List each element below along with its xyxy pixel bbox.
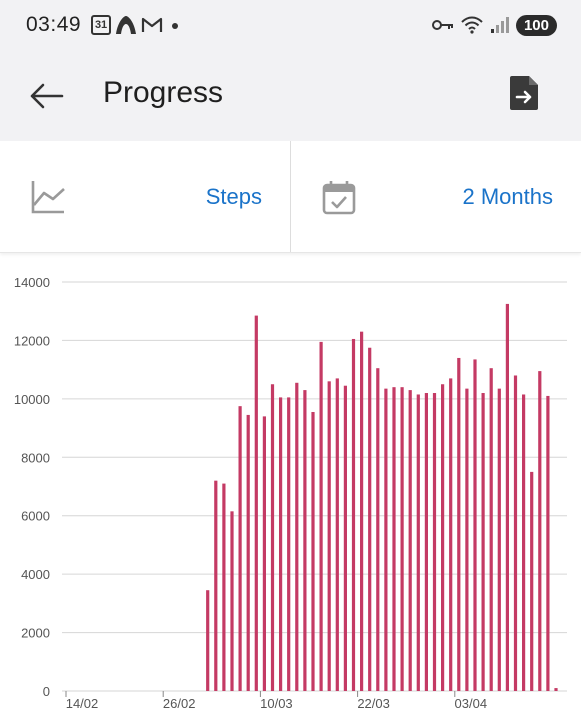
vpn-key-icon — [431, 20, 453, 30]
steps-bar — [319, 341, 323, 691]
steps-bar — [554, 688, 558, 691]
steps-bar — [497, 388, 501, 691]
y-tick-label: 8000 — [21, 450, 50, 465]
export-file-icon — [510, 76, 538, 110]
steps-bar — [295, 382, 299, 691]
page-title: Progress — [103, 76, 224, 109]
status-bar: 03:49 31 100 — [0, 0, 581, 50]
steps-bar — [279, 397, 283, 691]
steps-bar — [408, 390, 412, 691]
steps-bar — [303, 390, 307, 691]
notification-icons: 31 — [91, 15, 183, 35]
steps-bar — [246, 414, 250, 691]
y-tick-label: 14000 — [14, 275, 50, 290]
y-tick-label: 2000 — [21, 626, 50, 641]
steps-bar — [530, 471, 534, 691]
wifi-icon — [461, 16, 483, 34]
steps-bar — [206, 590, 210, 691]
metric-label: Steps — [205, 184, 262, 209]
y-tick-label: 12000 — [14, 333, 50, 348]
steps-chart: 0 2000 4000 6000 8000 10000 12000 14000 14/02 26/… — [0, 265, 581, 720]
y-tick-label: 6000 — [21, 509, 50, 524]
steps-bar — [376, 368, 380, 691]
steps-bar — [457, 357, 461, 691]
steps-bar — [465, 388, 469, 691]
steps-bar — [416, 394, 420, 691]
x-tick-label: 03/04 — [455, 696, 488, 711]
battery-indicator: 100 — [515, 14, 557, 36]
steps-bar-chart: 0 2000 4000 6000 8000 10000 12000 14000 14/02 26/… — [14, 275, 567, 711]
steps-bar — [441, 384, 445, 691]
x-tick-label: 10/03 — [260, 696, 293, 711]
steps-bar — [222, 483, 226, 691]
x-tick-label: 14/02 — [66, 696, 99, 711]
steps-bar — [262, 416, 266, 691]
steps-bar — [392, 387, 396, 691]
system-icons: 100 — [431, 14, 557, 36]
steps-bar — [214, 480, 218, 691]
steps-bar — [254, 315, 258, 691]
status-time: 03:49 — [26, 13, 82, 36]
x-tick-label: 22/03 — [357, 696, 390, 711]
steps-bar — [505, 303, 509, 691]
metric-selector[interactable]: Steps — [0, 141, 290, 252]
app-icon — [116, 16, 137, 34]
y-tick-label: 4000 — [21, 567, 50, 582]
steps-bar — [343, 385, 347, 691]
steps-bar — [400, 387, 404, 691]
steps-bar — [238, 406, 242, 691]
dot-icon — [172, 23, 179, 29]
y-tick-label: 0 — [43, 684, 50, 699]
steps-bar — [335, 378, 339, 691]
y-tick-label: 10000 — [14, 392, 50, 407]
steps-bar — [473, 359, 477, 691]
period-selector[interactable]: 2 Months — [291, 141, 581, 252]
steps-bar — [432, 393, 437, 691]
steps-bar — [546, 395, 550, 691]
signal-icon — [490, 17, 509, 33]
calendar-icon: 31 — [91, 15, 112, 35]
arrow-back-icon — [30, 83, 64, 109]
line-chart-icon — [31, 181, 65, 214]
steps-bar — [327, 381, 331, 691]
selector-row: Steps 2 Months — [0, 141, 581, 253]
export-button[interactable] — [508, 74, 544, 114]
back-button[interactable] — [26, 76, 66, 116]
steps-bar — [513, 375, 518, 691]
period-label: 2 Months — [462, 184, 554, 209]
steps-bar — [449, 378, 453, 691]
steps-bar — [230, 511, 234, 691]
steps-bar — [270, 384, 275, 691]
steps-bar — [481, 393, 485, 691]
calendar-check-icon — [322, 181, 356, 215]
steps-bar — [360, 331, 364, 691]
steps-bar — [368, 347, 372, 691]
app-bar: Progress — [0, 50, 581, 141]
steps-bar — [384, 388, 388, 691]
steps-bar — [489, 368, 493, 691]
steps-bar — [522, 394, 526, 691]
steps-bar — [311, 412, 315, 691]
steps-bar — [424, 393, 428, 691]
steps-bar — [351, 338, 356, 691]
steps-bar — [538, 371, 542, 691]
steps-bar — [287, 397, 291, 691]
gmail-icon — [141, 17, 163, 32]
x-tick-label: 26/02 — [163, 696, 196, 711]
